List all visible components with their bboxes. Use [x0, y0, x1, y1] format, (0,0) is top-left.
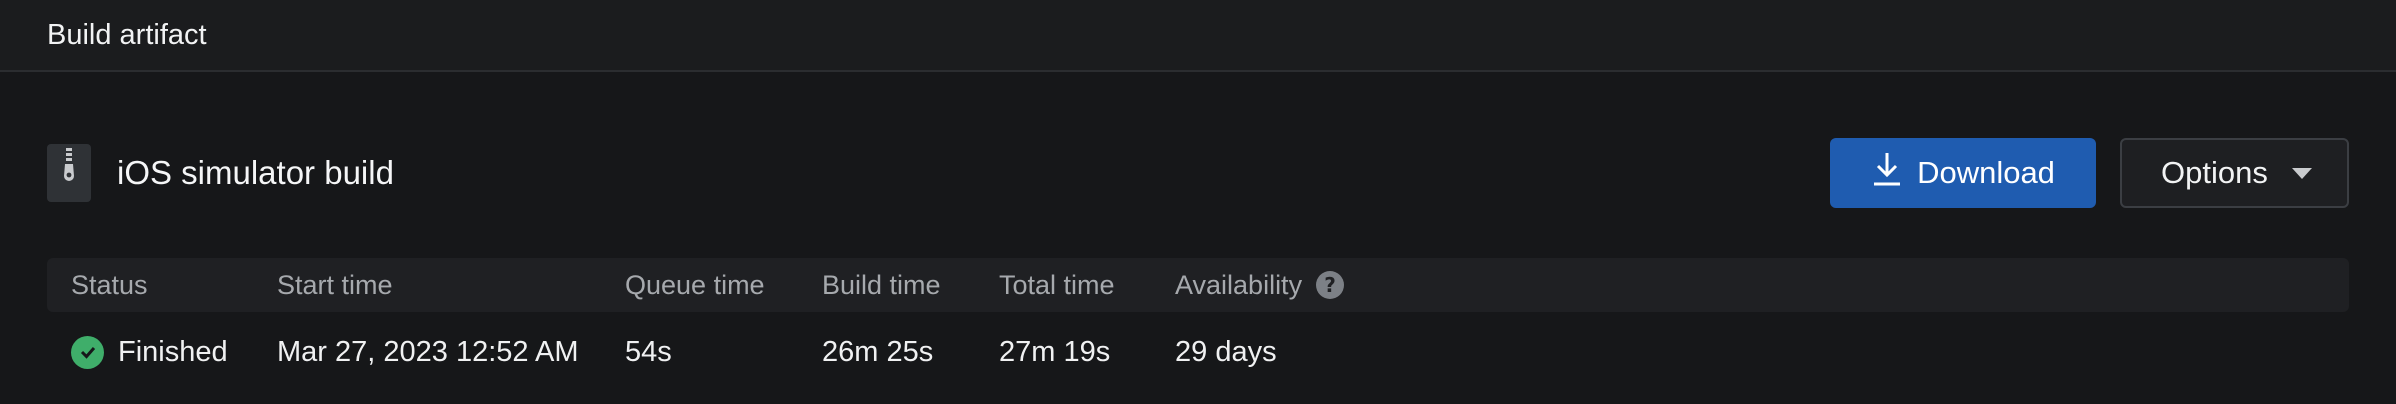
- main-content: iOS simulator build Download Options Sta…: [0, 72, 2396, 404]
- check-circle-icon: [71, 335, 104, 369]
- chevron-down-icon: [2291, 167, 2312, 179]
- artifact-row: iOS simulator build Download Options: [47, 138, 2349, 208]
- page-header: Build artifact: [0, 0, 2396, 72]
- status-cell: Finished: [71, 312, 228, 392]
- help-icon[interactable]: ?: [1316, 271, 1345, 299]
- build-time-value: 26m 25s: [822, 335, 934, 368]
- table-row: Finished Mar 27, 2023 12:52 AM 54s 26m 2…: [47, 312, 2349, 392]
- column-header-status: Status: [71, 269, 148, 300]
- download-label: Download: [1917, 155, 2055, 190]
- queue-time-value: 54s: [625, 335, 672, 368]
- download-icon: [1871, 151, 1903, 195]
- artifact-actions: Download Options: [1830, 138, 2349, 208]
- column-header-build-time: Build time: [822, 269, 941, 300]
- start-time-value: Mar 27, 2023 12:52 AM: [277, 335, 579, 368]
- build-info-table: Status Start time Queue time Build time …: [47, 258, 2349, 392]
- zip-file-icon: [47, 144, 91, 202]
- availability-value: 29 days: [1175, 335, 1277, 368]
- availability-label: Availability: [1175, 269, 1303, 300]
- column-header-total-time: Total time: [999, 269, 1115, 300]
- status-text: Finished: [118, 335, 228, 368]
- options-label: Options: [2161, 155, 2268, 190]
- column-header-queue-time: Queue time: [625, 269, 765, 300]
- total-time-value: 27m 19s: [999, 335, 1111, 368]
- table-header: Status Start time Queue time Build time …: [47, 258, 2349, 312]
- column-header-availability: Availability ?: [1175, 258, 1345, 312]
- page-title: Build artifact: [47, 18, 207, 51]
- column-header-start-time: Start time: [277, 269, 393, 300]
- download-button[interactable]: Download: [1830, 138, 2096, 208]
- options-button[interactable]: Options: [2120, 138, 2349, 208]
- artifact-name: iOS simulator build: [117, 154, 394, 191]
